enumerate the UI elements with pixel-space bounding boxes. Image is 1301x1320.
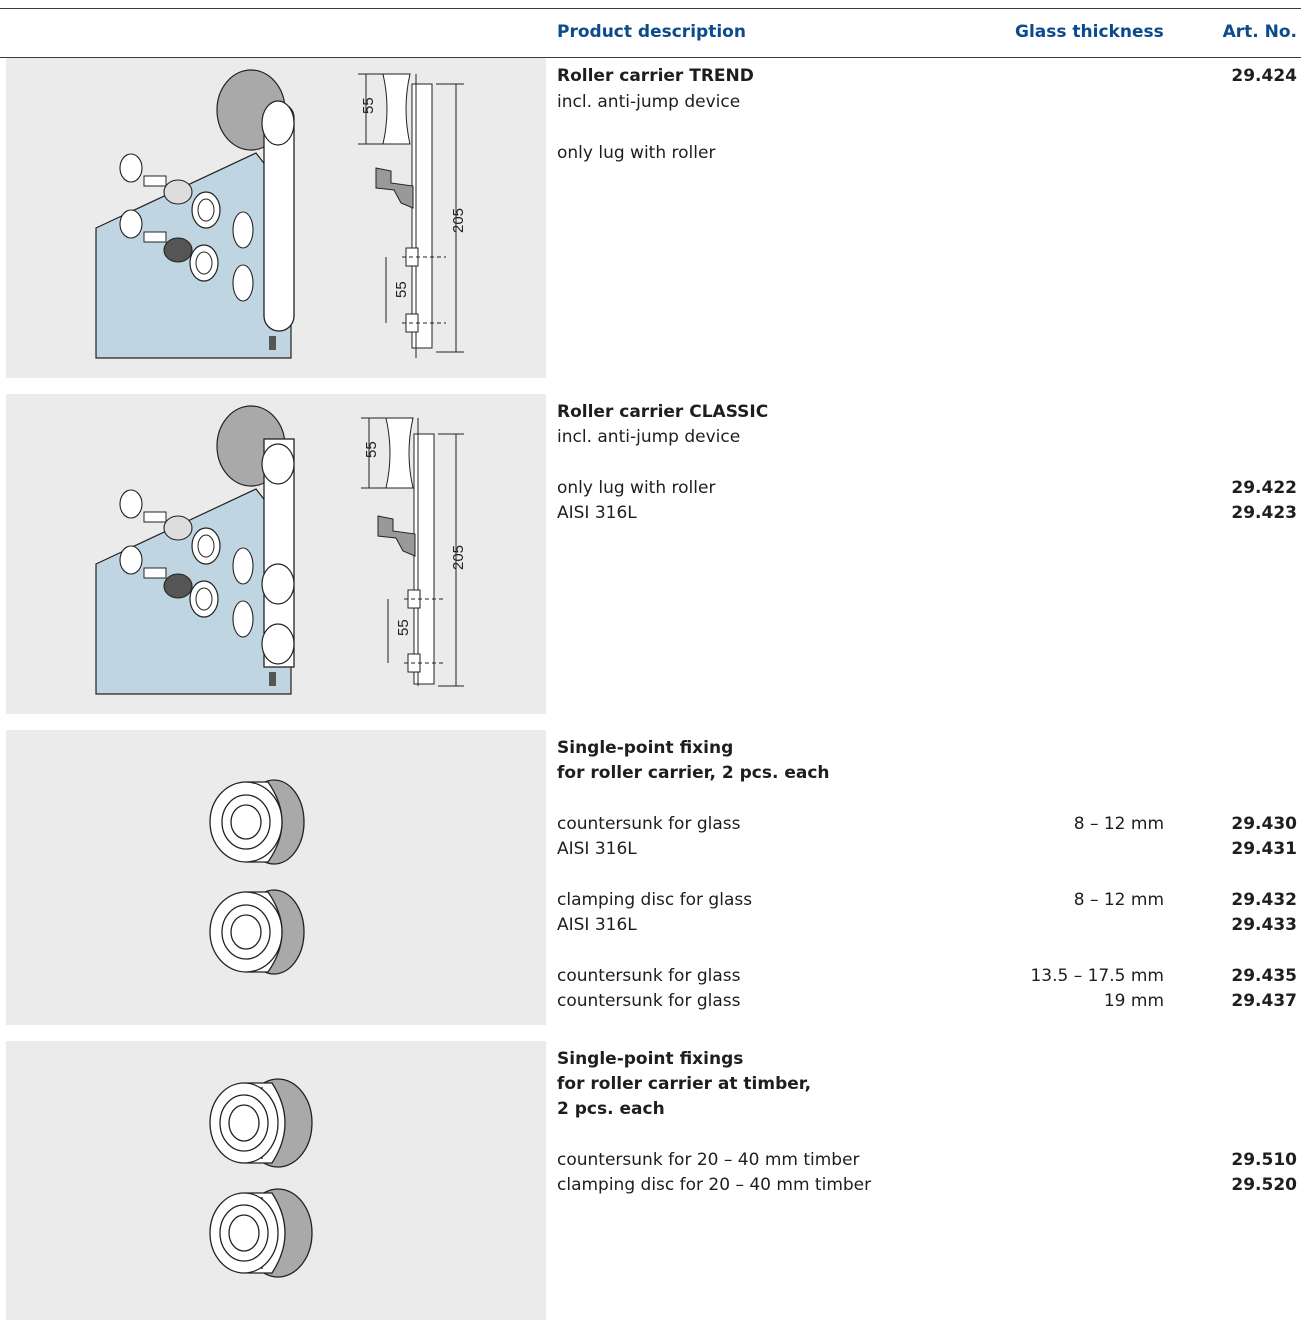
spf-r3-art: 29.432 bbox=[1231, 890, 1297, 910]
classic-row2-art: 29.423 bbox=[1231, 503, 1297, 523]
spf-r1-desc: countersunk for glass bbox=[557, 814, 741, 834]
timber-r1-desc: countersunk for 20 – 40 mm timber bbox=[557, 1150, 860, 1170]
trend-dim-205: 205 bbox=[450, 208, 467, 233]
spf-r1-glass: 8 – 12 mm bbox=[1073, 814, 1164, 834]
roller-carrier-trend-drawing: 55 205 55 bbox=[95, 69, 467, 359]
classic-dim-205: 205 bbox=[450, 545, 467, 570]
header-glass-thickness: Glass thickness bbox=[1015, 22, 1164, 42]
spf-r1-art: 29.430 bbox=[1231, 814, 1297, 834]
classic-row2-desc: AISI 316L bbox=[557, 503, 637, 523]
timber-title-3: 2 pcs. each bbox=[557, 1099, 665, 1119]
trend-art: 29.424 bbox=[1231, 66, 1297, 86]
header-art-no: Art. No. bbox=[1222, 22, 1297, 42]
spf-r5-art: 29.435 bbox=[1231, 966, 1297, 986]
roller-carrier-classic-image: 55 205 55 bbox=[6, 394, 546, 714]
classic-title: Roller carrier CLASSIC bbox=[557, 402, 769, 422]
single-point-fixing-drawing bbox=[209, 779, 305, 975]
spf-r3-desc: clamping disc for glass bbox=[557, 890, 753, 910]
trend-title: Roller carrier TREND bbox=[557, 66, 754, 86]
timber-fixing-image bbox=[6, 1041, 546, 1320]
classic-dim-55-bottom: 55 bbox=[395, 619, 412, 636]
timber-title-2: for roller carrier at timber, bbox=[557, 1074, 812, 1094]
spf-r4-art: 29.433 bbox=[1231, 915, 1297, 935]
classic-dim-55-top: 55 bbox=[363, 441, 380, 458]
roller-carrier-classic-drawing: 55 205 55 bbox=[95, 405, 467, 695]
trend-subtitle: incl. anti-jump device bbox=[557, 92, 741, 112]
timber-r2-desc: clamping disc for 20 – 40 mm timber bbox=[557, 1175, 872, 1195]
spf-title-2: for roller carrier, 2 pcs. each bbox=[557, 763, 830, 783]
spf-r5-glass: 13.5 – 17.5 mm bbox=[1030, 966, 1164, 986]
timber-title-1: Single-point fixings bbox=[557, 1049, 744, 1069]
spf-r4-desc: AISI 316L bbox=[557, 915, 637, 935]
spf-r6-art: 29.437 bbox=[1231, 991, 1297, 1011]
classic-row1-desc: only lug with roller bbox=[557, 478, 716, 498]
timber-r2-art: 29.520 bbox=[1231, 1175, 1297, 1195]
timber-r1-art: 29.510 bbox=[1231, 1150, 1297, 1170]
spf-r3-glass: 8 – 12 mm bbox=[1073, 890, 1164, 910]
table-header: Product description Glass thickness Art.… bbox=[0, 9, 1301, 58]
spf-r6-desc: countersunk for glass bbox=[557, 991, 741, 1011]
spf-title-1: Single-point fixing bbox=[557, 738, 734, 758]
classic-row1-art: 29.422 bbox=[1231, 478, 1297, 498]
single-point-fixing-image bbox=[6, 730, 546, 1025]
spf-r2-art: 29.431 bbox=[1231, 839, 1297, 859]
spf-r5-desc: countersunk for glass bbox=[557, 966, 741, 986]
trend-dim-55-top: 55 bbox=[360, 97, 377, 114]
classic-subtitle: incl. anti-jump device bbox=[557, 427, 741, 447]
timber-fixing-drawing bbox=[209, 1078, 313, 1278]
roller-carrier-trend-image: 55 205 55 bbox=[6, 58, 546, 378]
header-description: Product description bbox=[557, 22, 746, 42]
trend-dim-55-bottom: 55 bbox=[393, 281, 410, 298]
spf-r6-glass: 19 mm bbox=[1103, 991, 1164, 1011]
trend-row1-desc: only lug with roller bbox=[557, 143, 716, 163]
spf-r2-desc: AISI 316L bbox=[557, 839, 637, 859]
